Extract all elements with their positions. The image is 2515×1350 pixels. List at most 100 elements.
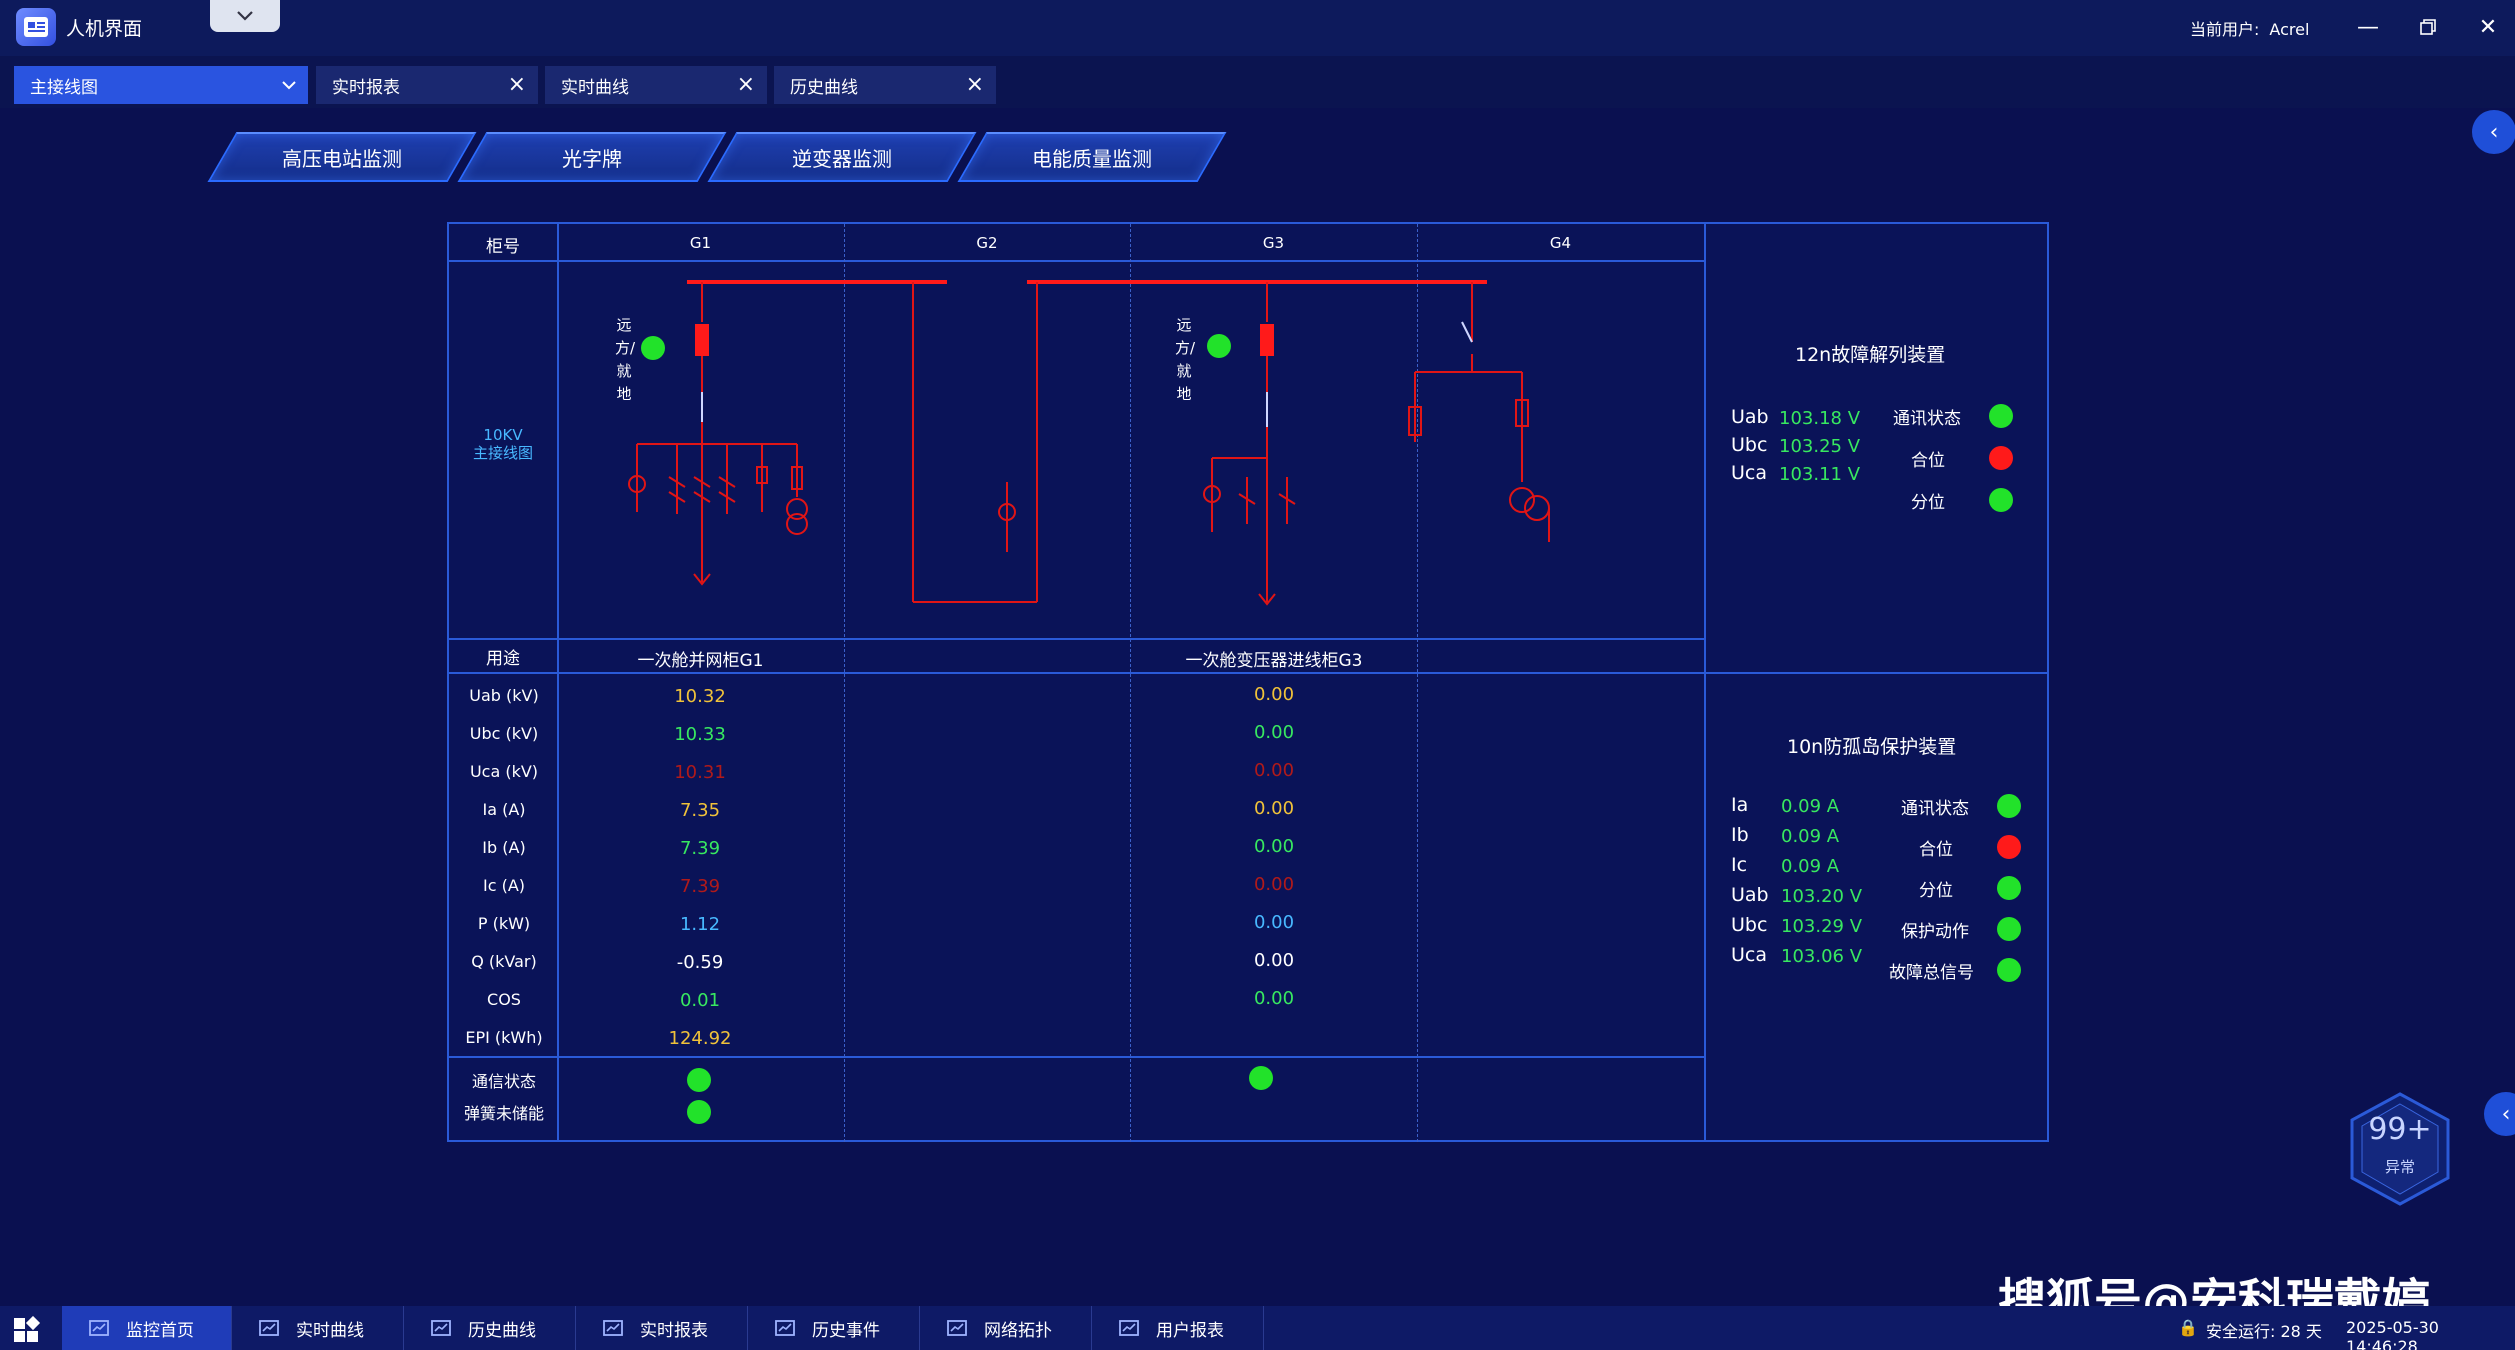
taskbar-item-label: 用户报表 [1156,1320,1224,1341]
tab-close-icon[interactable]: × [737,72,755,97]
device-10n-value: 103.29 V [1781,916,1863,937]
tab-label: 主接线图 [30,77,98,98]
minimize-icon: — [2357,14,2379,40]
minimize-button[interactable]: — [2348,10,2388,44]
subnav-inverter[interactable]: 逆变器监测 [707,132,977,182]
restore-icon [2420,19,2436,35]
value-g1: 7.39 [679,838,721,859]
chevron-down-icon[interactable] [280,72,298,103]
taskbar-item[interactable]: 实时曲线 [232,1306,404,1350]
value-g3: 0.00 [1253,760,1295,781]
user-report-icon [1118,1318,1140,1338]
top-dropdown-button[interactable] [210,0,280,32]
collapse-right-button[interactable]: ‹ [2472,110,2515,154]
row-label: Ia (A) [482,800,526,819]
divider [449,1056,1704,1058]
device-10n-value: 103.06 V [1781,946,1863,967]
row-label: COS [487,990,521,1009]
row-label: Ic (A) [482,876,526,895]
divider [449,638,1704,640]
device-12n-name: Ubc [1731,434,1768,456]
usage-g3: 一次舱变压器进线柜G3 [1185,651,1363,671]
tab-bar: 主接线图 实时报表 × 实时曲线 × 历史曲线 × [0,56,2515,108]
row-label: Ib (A) [482,838,526,857]
row-label: Ubc (kV) [469,724,539,743]
tab-label: 实时曲线 [561,77,629,98]
alarm-label: 异常 [2384,1158,2415,1176]
chevron-left-icon: ‹ [2489,119,2499,145]
taskbar-item[interactable]: 网络拓扑 [920,1306,1092,1350]
device-12n-value: 103.11 V [1779,464,1861,485]
apps-grid-icon[interactable] [12,1315,42,1344]
device-12n-title: 12n故障解列装置 [1795,344,1946,366]
taskbar-item-label: 历史事件 [812,1320,880,1341]
tab-realtime-curve[interactable]: 实时曲线 × [545,66,767,104]
device-12n-status-dot [1989,446,2013,470]
title-bar: 人机界面 当前用户: Acrel — ✕ [0,0,2515,56]
subnav-hv-station[interactable]: 高压电站监测 [207,132,477,182]
row-label: P (kW) [477,914,531,933]
comm-status-g1 [687,1068,711,1092]
value-g3: 0.00 [1253,912,1295,933]
remote-local-g3: 远方/就地 [1175,316,1196,403]
remote-local-status-g3 [1207,334,1231,358]
hexagon-badge-icon [2350,1092,2450,1206]
device-12n-status-label: 通讯状态 [1893,409,1961,429]
taskbar-item[interactable]: 监控首页 [62,1306,232,1350]
subnav-light-panel[interactable]: 光字牌 [457,132,727,182]
taskbar-item[interactable]: 历史曲线 [404,1306,576,1350]
tab-realtime-report[interactable]: 实时报表 × [316,66,538,104]
device-12n-value: 103.25 V [1779,436,1861,457]
subnav-label: 光字牌 [562,146,622,171]
device-10n-value: 0.09 A [1781,856,1840,877]
device-10n-name: Uab [1731,884,1769,906]
spring-status-g1 [687,1100,711,1124]
alarm-count: 99+ [2368,1112,2432,1147]
subnav-label: 高压电站监测 [282,146,402,171]
current-user-name: Acrel [2269,20,2310,39]
tab-close-icon[interactable]: × [966,72,984,97]
taskbar-item[interactable]: 历史事件 [748,1306,920,1350]
taskbar-item[interactable]: 实时报表 [576,1306,748,1350]
taskbar-item[interactable]: 用户报表 [1092,1306,1264,1350]
tab-label: 实时报表 [332,77,400,98]
diagram-label: 10KV 主接线图 [472,426,533,462]
alarm-badge[interactable]: 99+ 异常 [2346,1090,2454,1210]
device-12n-name: Uca [1731,462,1767,484]
safe-run-days: 安全运行: 28 天 [2206,1322,2322,1341]
value-g1: 10.32 [674,686,726,707]
device-10n-status-dot [1997,794,2021,818]
close-window-button[interactable]: ✕ [2468,10,2508,44]
app-title: 人机界面 [66,18,143,40]
device-10n-title: 10n防孤岛保护装置 [1787,736,1957,758]
taskbar-item-label: 网络拓扑 [984,1320,1052,1341]
status-label-spring: 弹簧未储能 [463,1104,544,1123]
report-icon [602,1318,624,1338]
tab-history-curve[interactable]: 历史曲线 × [774,66,996,104]
expand-panel-button[interactable]: ‹ [2484,1092,2515,1136]
row-label: EPI (kWh) [465,1028,543,1047]
tab-close-icon[interactable]: × [508,72,526,97]
header-g3: G3 [1262,234,1285,252]
tab-main-wiring[interactable]: 主接线图 [14,66,308,104]
remote-local-status-g1 [641,336,665,360]
row-label: Uca (kV) [469,762,539,781]
current-user: 当前用户: Acrel [2190,16,2309,40]
remote-local-g1: 远方/就地 [615,316,636,403]
value-g3: 0.00 [1253,836,1295,857]
device-10n-status-dot [1997,835,2021,859]
event-icon [774,1318,796,1338]
restore-button[interactable] [2408,10,2448,44]
device-10n-status-label: 保护动作 [1901,922,1969,942]
value-g3: 0.00 [1253,684,1295,705]
device-10n-name: Ic [1731,854,1748,876]
close-icon: ✕ [2478,14,2498,40]
taskbar-item-label: 实时报表 [640,1320,708,1341]
usage-label: 用途 [486,649,520,669]
value-g1: 10.31 [674,762,726,783]
subnav-power-quality[interactable]: 电能质量监测 [957,132,1227,182]
history-chart-icon [430,1318,452,1338]
value-g1: 7.35 [679,800,721,821]
usage-g1: 一次舱并网柜G1 [637,651,764,671]
subnav-label: 逆变器监测 [792,146,892,171]
